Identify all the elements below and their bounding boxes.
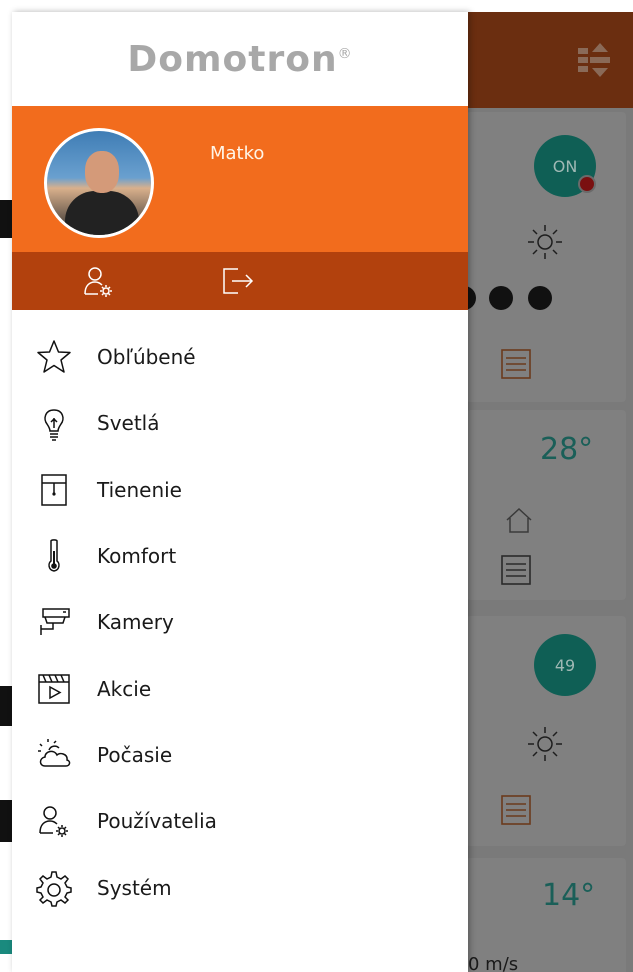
temperature-readout: 14° xyxy=(542,878,596,913)
logout-icon xyxy=(223,268,254,294)
menu-item-pocasie[interactable]: Počasie xyxy=(12,722,468,788)
profile-header: Matko xyxy=(12,106,468,252)
menu-item-system[interactable]: Systém xyxy=(12,854,468,920)
menu-item-label: Používatelia xyxy=(97,809,217,834)
menu-item-oblubene[interactable]: Obľúbené xyxy=(12,324,468,390)
menu-item-label: Tienenie xyxy=(97,477,182,502)
background-fragment xyxy=(0,800,12,842)
menu-item-akcie[interactable]: Akcie xyxy=(12,655,468,721)
background-fragment xyxy=(0,940,12,954)
lightbulb-icon xyxy=(34,403,74,443)
navigation-drawer: Domotron® Matko Obľúbené Svetlá Tienenie… xyxy=(12,12,468,972)
menu-item-label: Svetlá xyxy=(97,411,160,436)
weather-icon xyxy=(34,735,74,775)
value-badge-label: 49 xyxy=(554,655,576,675)
menu-item-svetla[interactable]: Svetlá xyxy=(12,390,468,456)
on-badge-label: ON xyxy=(552,156,578,176)
home-icon xyxy=(506,507,532,533)
settings-sliders-icon xyxy=(501,349,531,379)
menu-item-label: Systém xyxy=(97,875,172,900)
status-dot xyxy=(578,175,596,193)
users-gear-icon xyxy=(34,801,74,841)
logo-registered-mark: ® xyxy=(337,45,353,62)
menu-item-label: Akcie xyxy=(97,676,152,701)
sun-icon xyxy=(528,225,562,259)
avatar-body xyxy=(65,191,139,235)
username: Matko xyxy=(210,143,265,164)
thermometer-icon xyxy=(34,536,74,576)
wind-readout: 0 m/s xyxy=(468,954,519,972)
pager-dot xyxy=(489,286,513,310)
logout-button[interactable] xyxy=(218,261,258,301)
phone-screen: ON 28° 49 14° 0 m/s Domotron® Matko Obľú… xyxy=(0,0,633,972)
background-fragment xyxy=(0,686,12,726)
app-logo: Domotron® xyxy=(127,39,352,80)
background-fragment xyxy=(0,200,12,238)
profile-actions-bar xyxy=(12,252,468,310)
menu-item-label: Kamery xyxy=(97,610,174,635)
logo-bar: Domotron® xyxy=(12,12,468,106)
pager-dot xyxy=(528,286,552,310)
user-settings-button[interactable] xyxy=(78,261,118,301)
menu-item-kamery[interactable]: Kamery xyxy=(12,589,468,655)
menu-item-label: Počasie xyxy=(97,742,173,767)
menu-item-label: Obľúbené xyxy=(97,345,196,370)
settings-sliders-icon xyxy=(501,795,531,825)
gear-icon xyxy=(34,868,74,908)
sun-icon xyxy=(528,727,562,761)
reorder-icon xyxy=(578,43,610,77)
logo-text: Domotron xyxy=(127,38,338,80)
navigation-menu: Obľúbené Svetlá Tienenie Komfort Kamery … xyxy=(12,310,468,921)
avatar[interactable] xyxy=(44,128,154,238)
temperature-readout: 28° xyxy=(540,432,594,467)
menu-item-label: Komfort xyxy=(97,544,177,569)
menu-item-tienenie[interactable]: Tienenie xyxy=(12,457,468,523)
settings-sliders-icon xyxy=(501,555,531,585)
blinds-icon xyxy=(34,470,74,510)
avatar-face xyxy=(85,151,119,193)
star-icon xyxy=(34,337,74,377)
user-gear-icon xyxy=(84,267,112,297)
menu-item-komfort[interactable]: Komfort xyxy=(12,523,468,589)
clapperboard-icon xyxy=(34,669,74,709)
menu-item-pouzivatelia[interactable]: Používatelia xyxy=(12,788,468,854)
value-badge: 49 xyxy=(534,634,596,696)
camera-icon xyxy=(34,602,74,642)
